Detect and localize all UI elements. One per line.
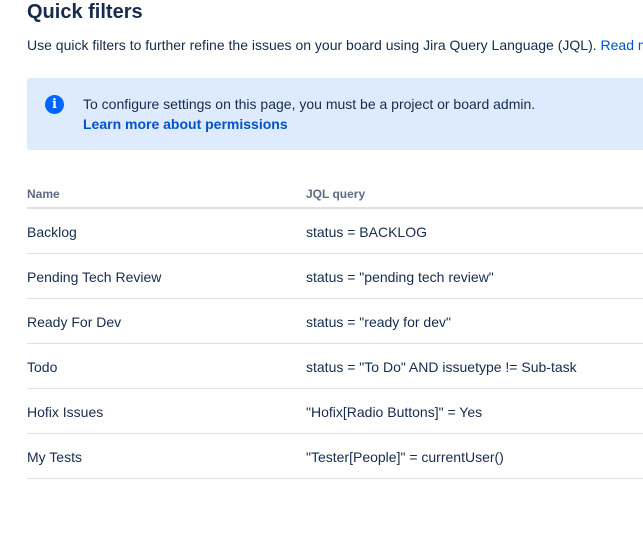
filter-jql: status = "ready for dev" [306,314,451,330]
column-header-name[interactable]: Name [27,187,60,201]
table-row: Ready For Dev status = "ready for dev" [27,299,643,344]
read-more-link[interactable]: Read mo [601,37,643,53]
filter-name: Ready For Dev [27,314,122,330]
filter-name: Todo [27,359,58,375]
info-icon: i [45,95,64,114]
column-header-jql[interactable]: JQL query [306,187,365,201]
learn-more-permissions-link[interactable]: Learn more about permissions [83,114,288,134]
filter-name: Pending Tech Review [27,269,162,285]
filter-jql: status = "To Do" AND issuetype != Sub-ta… [306,359,577,375]
table-row: My Tests "Tester[People]" = currentUser(… [27,434,643,479]
permission-info-banner: i To configure settings on this page, yo… [27,78,643,150]
table-row: Hofix Issues "Hofix[Radio Buttons]" = Ye… [27,389,643,434]
table-row: Pending Tech Review status = "pending te… [27,254,643,299]
filter-jql: "Hofix[Radio Buttons]" = Yes [306,404,483,420]
filter-name: Backlog [27,224,77,240]
banner-message: To configure settings on this page, you … [83,96,536,112]
page-description: Use quick filters to further refine the … [27,36,643,54]
quick-filters-page: Quick filters Use quick filters to furth… [0,0,643,547]
page-title: Quick filters [27,1,143,23]
filter-jql: "Tester[People]" = currentUser() [306,449,504,465]
filter-jql: status = "pending tech review" [306,269,494,285]
table-row: Backlog status = BACKLOG [27,209,643,254]
description-text: Use quick filters to further refine the … [27,37,597,53]
table-row: Todo status = "To Do" AND issuetype != S… [27,344,643,389]
filter-name: Hofix Issues [27,404,104,420]
filter-name: My Tests [27,449,82,465]
filter-jql: status = BACKLOG [306,224,427,240]
table-header: Name JQL query [27,180,643,209]
quick-filters-table: Name JQL query Backlog status = BACKLOG … [27,180,643,479]
